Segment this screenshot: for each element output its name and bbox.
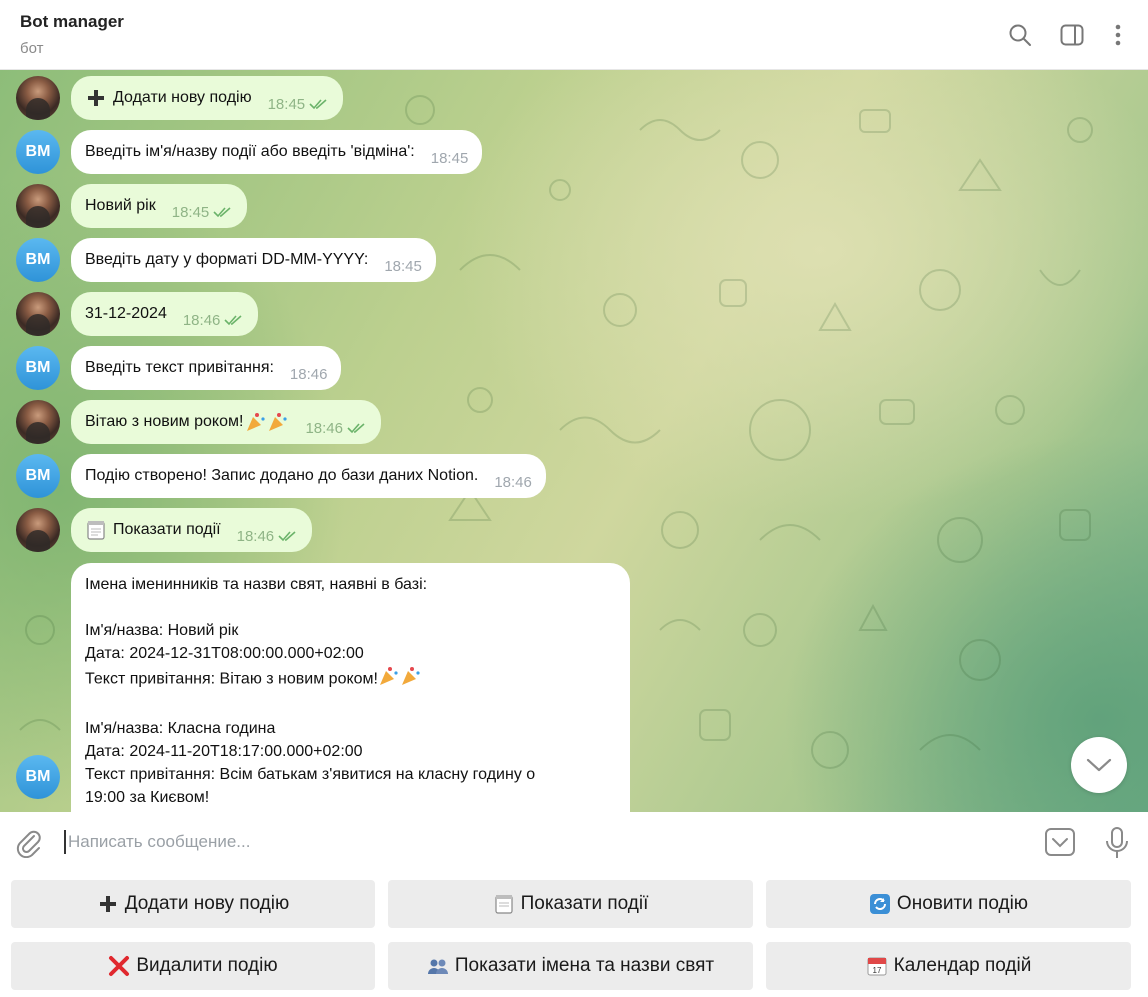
message-input[interactable] [64, 830, 1024, 854]
entry-name: Ім'я/назва: Новий рік [85, 622, 239, 639]
bot-keyboard-toggle-icon[interactable] [1044, 826, 1076, 858]
message-incoming[interactable]: Введіть ім'я/назву події або введіть 'ві… [71, 130, 483, 174]
read-checkmarks-icon [309, 99, 327, 110]
svg-text:17: 17 [872, 966, 881, 975]
chat-header: Bot manager бот [0, 0, 1148, 70]
read-checkmarks-icon [224, 315, 242, 326]
notepad-icon [493, 893, 515, 915]
message-text: Додати нову подію [113, 89, 252, 106]
chat-history[interactable]: Додати нову подію 18:45 BM Введіть ім'я/… [0, 70, 1148, 812]
message-time: 18:45 [430, 149, 469, 167]
chat-title[interactable]: Bot manager [20, 12, 124, 32]
button-label: Додати нову подію [124, 893, 290, 914]
paperclip-icon[interactable] [14, 828, 44, 859]
read-checkmarks-icon [278, 531, 296, 542]
entry-date: Дата: 2024-11-20T18:17:00.000+02:00 [85, 743, 363, 760]
message-text: Показати події [113, 521, 221, 538]
entry-greeting-continued: 19:00 за Києвом! [85, 789, 210, 806]
show-events-button[interactable]: Показати події [388, 880, 753, 928]
message-time: 18:45 [267, 95, 306, 113]
add-event-button[interactable]: Додати нову подію [11, 880, 375, 928]
user-avatar[interactable] [16, 76, 60, 120]
notepad-icon [85, 519, 107, 541]
message-composer [0, 812, 1148, 872]
delete-event-button[interactable]: Видалити подію [11, 942, 375, 990]
user-avatar[interactable] [16, 508, 60, 552]
message-text: Введіть дату у форматі DD-MM-YYYY: [85, 251, 369, 268]
entry-greeting: Текст привітання: Вітаю з новим роком! [85, 670, 378, 688]
read-checkmarks-icon [213, 207, 231, 218]
bot-avatar-initials: BM [25, 359, 51, 376]
button-label: Показати події [520, 893, 649, 914]
message-outgoing[interactable]: 31-12-2024 18:46 [71, 292, 259, 336]
entry-name: Ім'я/назва: Класна година [85, 720, 276, 737]
button-label: Календар подій [893, 955, 1032, 976]
plus-icon [85, 87, 107, 109]
message-time: 18:46 [494, 473, 532, 491]
show-names-button[interactable]: Показати імена та назви свят [388, 942, 753, 990]
message-incoming[interactable]: Введіть текст привітання: 18:46 [71, 346, 342, 390]
chevron-down-icon [1086, 758, 1112, 772]
more-options-icon[interactable] [1105, 22, 1131, 48]
user-avatar[interactable] [16, 184, 60, 228]
bot-avatar-initials: BM [25, 467, 51, 484]
user-avatar[interactable] [16, 400, 60, 444]
search-icon[interactable] [1007, 22, 1033, 48]
message-text: Введіть текст привітання: [85, 359, 274, 376]
message-incoming[interactable]: Подію створено! Запис додано до бази дан… [71, 454, 546, 498]
bot-avatar[interactable]: BM [16, 755, 60, 799]
button-label: Видалити подію [136, 955, 278, 976]
message-time: 18:46 [236, 527, 275, 545]
bot-avatar[interactable]: BM [16, 130, 60, 174]
refresh-icon [869, 893, 891, 915]
bot-avatar[interactable]: BM [16, 238, 60, 282]
bot-avatar-initials: BM [25, 251, 51, 268]
bot-avatar[interactable]: BM [16, 454, 60, 498]
message-text: Введіть ім'я/назву події або введіть 'ві… [85, 143, 415, 160]
button-label: Показати імена та назви свят [454, 955, 715, 976]
events-calendar-button[interactable]: 17 Календар подій [766, 942, 1131, 990]
party-popper-icon [245, 411, 289, 433]
message-time: 18:46 [182, 311, 221, 329]
calendar-icon: 17 [866, 955, 888, 977]
user-avatar[interactable] [16, 292, 60, 336]
message-text: Новий рік [85, 197, 156, 214]
message-outgoing[interactable]: Показати події 18:46 [71, 508, 313, 552]
message-text: Вітаю з новим роком! [85, 413, 244, 430]
message-time: 18:45 [384, 257, 422, 275]
party-popper-icon [378, 665, 422, 694]
bot-avatar[interactable]: BM [16, 346, 60, 390]
message-text: Подію створено! Запис додано до бази дан… [85, 467, 479, 484]
read-checkmarks-icon [347, 423, 365, 434]
chat-subtitle: бот [20, 40, 44, 57]
message-outgoing[interactable]: Вітаю з новим роком! 18:46 [71, 400, 381, 444]
message-time: 18:45 [171, 203, 210, 221]
button-label: Оновити подію [896, 893, 1029, 914]
message-time: 18:46 [289, 365, 328, 383]
red-cross-icon [108, 955, 130, 977]
list-heading: Імена іменинників та назви свят, наявні … [85, 576, 428, 593]
microphone-icon[interactable] [1102, 826, 1132, 860]
plus-icon [97, 893, 119, 915]
scroll-to-bottom-button[interactable] [1071, 737, 1127, 793]
bot-avatar-initials: BM [25, 768, 51, 785]
message-outgoing[interactable]: Новий рік 18:45 [71, 184, 248, 228]
entry-greeting: Текст привітання: Всім батькам з'явитися… [85, 766, 536, 783]
message-text: 31-12-2024 [85, 305, 167, 322]
message-time: 18:46 [305, 419, 343, 437]
people-icon [427, 955, 449, 977]
entry-date: Дата: 2024-12-31T08:00:00.000+02:00 [85, 645, 364, 662]
entry-greeting-row: Текст привітання: Вітаю з новим роком! [85, 665, 616, 694]
message-incoming-list[interactable]: Імена іменинників та назви свят, наявні … [71, 563, 630, 812]
update-event-button[interactable]: Оновити подію [766, 880, 1131, 928]
message-incoming[interactable]: Введіть дату у форматі DD-MM-YYYY: 18:45 [71, 238, 436, 282]
sidebar-toggle-icon[interactable] [1059, 22, 1085, 48]
message-outgoing[interactable]: Додати нову подію 18:45 [71, 76, 344, 120]
bot-avatar-initials: BM [25, 143, 51, 160]
